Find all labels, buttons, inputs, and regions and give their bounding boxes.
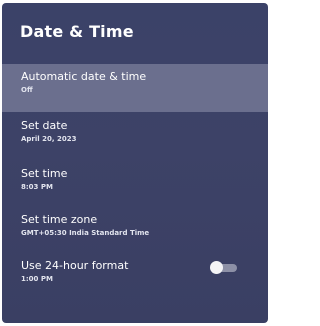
24-hour-format-toggle[interactable] [210,261,238,274]
automatic-date-time-item[interactable]: Automatic date & time Off [2,64,268,112]
item-value: April 20, 2023 [21,135,77,143]
item-title: Automatic date & time [21,70,147,83]
item-value: GMT+05:30 India Standard Time [21,229,150,237]
page-title: Date & Time [20,22,134,41]
item-title: Set time [21,167,68,180]
item-value: Off [21,86,33,94]
item-title: Use 24-hour format [21,259,129,272]
date-time-settings-panel: Date & Time Automatic date & time Off Se… [2,3,268,323]
set-time-item[interactable]: Set time 8:03 PM [2,161,268,209]
toggle-knob [210,261,223,274]
item-value: 8:03 PM [21,183,53,191]
use-24-hour-format-item[interactable]: Use 24-hour format 1:00 PM [2,253,268,301]
set-date-item[interactable]: Set date April 20, 2023 [2,113,268,161]
set-time-zone-item[interactable]: Set time zone GMT+05:30 India Standard T… [2,207,268,255]
item-value: 1:00 PM [21,275,53,283]
item-title: Set time zone [21,213,98,226]
item-title: Set date [21,119,68,132]
